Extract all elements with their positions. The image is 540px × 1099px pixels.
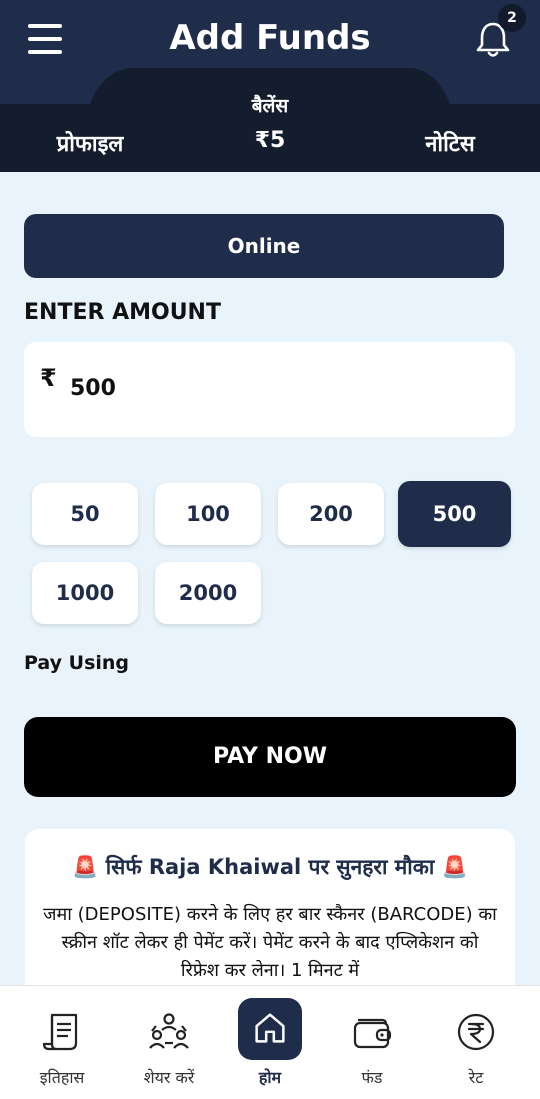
notice-body: जमा (DEPOSITE) करने के लिए हर बार स्कैनर… (43, 904, 497, 981)
page-title: Add Funds (169, 18, 371, 58)
nav-item-home[interactable]: होम (216, 986, 324, 1099)
amount-value[interactable]: 500 (70, 376, 116, 401)
nav-label-history: इतिहास (39, 1068, 85, 1087)
rupee-icon (457, 1013, 495, 1051)
nav-item-history[interactable]: इतिहास (8, 986, 116, 1099)
online-method-button[interactable]: Online (24, 214, 504, 278)
nav-item-fund[interactable]: फंड (318, 986, 426, 1099)
rupee-symbol: ₹ (40, 364, 57, 392)
amount-chip-50[interactable]: 50 (32, 483, 138, 545)
balance-value: ₹5 (254, 128, 286, 153)
enter-amount-label: ENTER AMOUNT (24, 300, 221, 325)
notification-badge: 2 (498, 4, 526, 32)
amount-chip-2000[interactable]: 2000 (155, 562, 261, 624)
notice-card: 🚨 सिर्फ Raja Khaiwal पर सुनहरा मौका 🚨 जम… (25, 829, 515, 999)
pay-using-label: Pay Using (24, 652, 130, 674)
balance-label: बैलेंस (251, 95, 289, 117)
home-icon (255, 1013, 285, 1043)
pay-now-button[interactable]: PAY NOW (24, 717, 516, 797)
nav-item-share[interactable]: शेयर करें (115, 986, 223, 1099)
amount-chip-100[interactable]: 100 (155, 483, 261, 545)
nav-item-rate[interactable]: रेट (422, 986, 530, 1099)
share-users-icon (149, 1013, 189, 1049)
nav-label-fund: फंड (361, 1068, 383, 1087)
amount-input[interactable]: ₹ 500 (24, 342, 515, 437)
amount-chip-500-selected[interactable]: 500 (398, 481, 511, 547)
amount-chip-200[interactable]: 200 (278, 483, 384, 545)
amount-chip-1000[interactable]: 1000 (32, 562, 138, 624)
tab-notice[interactable]: नोटिस (360, 128, 540, 158)
nav-label-share: शेयर करें (143, 1068, 195, 1087)
bottom-navigation: इतिहास शेयर करें होम फंड रेट (0, 985, 540, 1099)
history-scroll-icon (42, 1013, 78, 1051)
notice-title: 🚨 सिर्फ Raja Khaiwal पर सुनहरा मौका 🚨 (72, 855, 468, 879)
header: Add Funds 2 प्रोफाइल बैलेंस ₹5 नोटिस (0, 0, 540, 172)
nav-label-home: होम (258, 1068, 282, 1087)
tab-profile[interactable]: प्रोफाइल (0, 128, 180, 158)
wallet-icon (353, 1018, 392, 1049)
nav-label-rate: रेट (468, 1068, 484, 1087)
